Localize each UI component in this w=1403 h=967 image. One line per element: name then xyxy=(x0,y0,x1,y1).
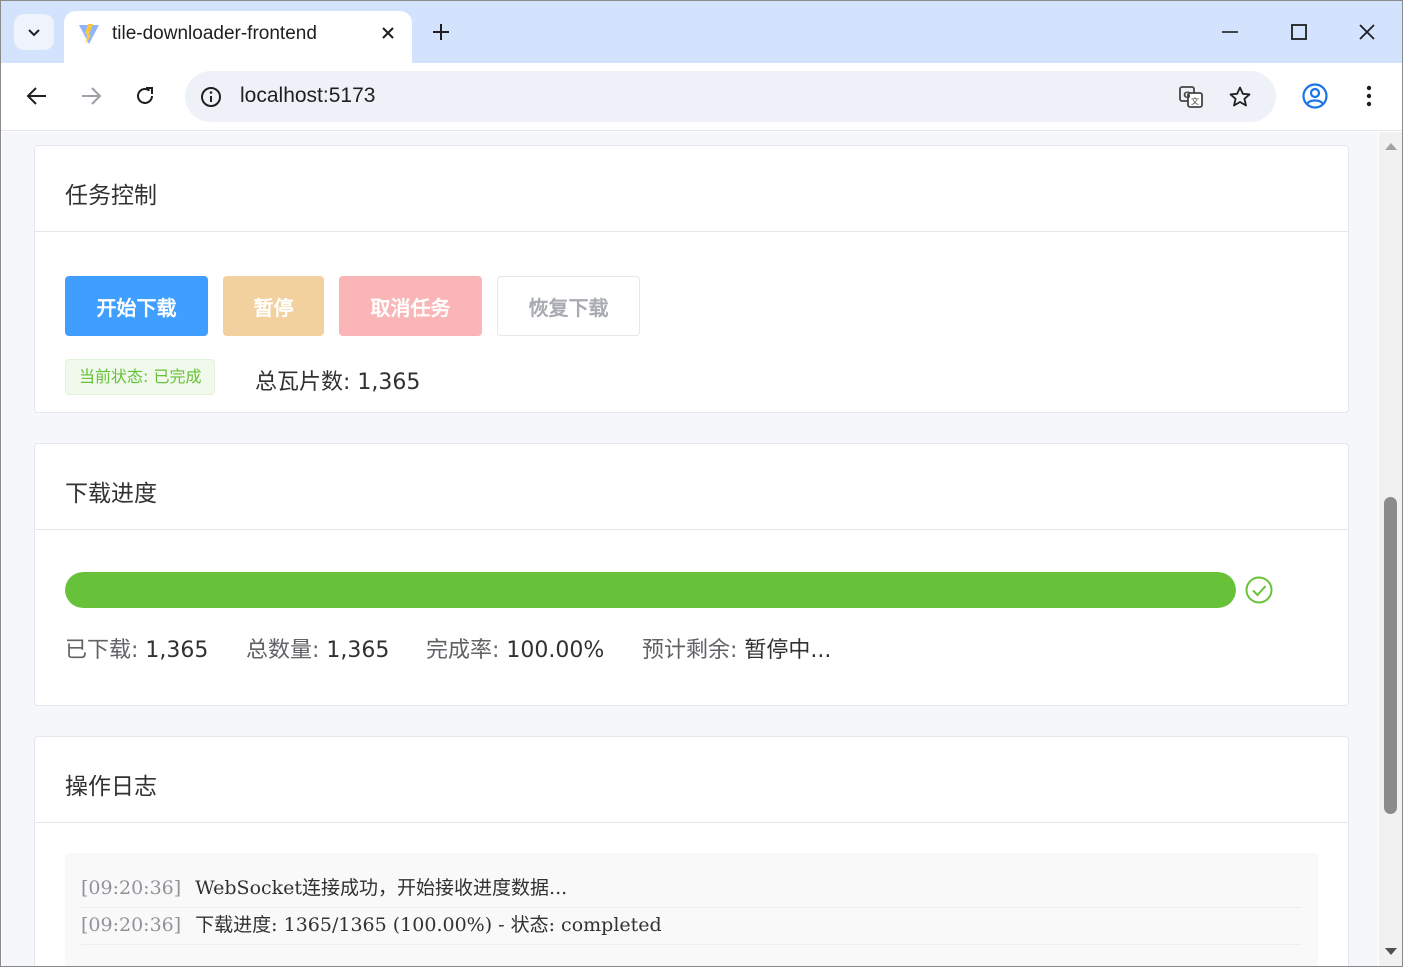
card-title: 下载进度 xyxy=(65,481,157,507)
url-text[interactable]: localhost:5173 xyxy=(240,84,375,108)
check-circle-icon xyxy=(1245,576,1273,604)
card-header: 任务控制 xyxy=(35,146,1348,232)
pause-button[interactable]: 暂停 xyxy=(223,276,324,336)
maximize-icon xyxy=(1291,24,1307,40)
downloaded-label: 已下载: xyxy=(65,638,139,663)
eta-label: 预计剩余: xyxy=(642,638,738,663)
tab-strip: tile-downloader-frontend xyxy=(1,1,1402,63)
info-icon[interactable] xyxy=(199,85,223,109)
translate-button[interactable]: G 文 xyxy=(1177,83,1205,111)
forward-button[interactable] xyxy=(73,78,109,114)
completion-rate-label: 完成率: xyxy=(426,638,500,663)
account-circle-icon xyxy=(1302,83,1328,109)
progress-bar-fill xyxy=(65,572,1236,608)
address-bar[interactable]: localhost:5173 G 文 xyxy=(185,71,1276,122)
status-badge: 当前状态: 已完成 xyxy=(65,359,216,395)
eta-stat: 预计剩余: 暂停中... xyxy=(642,632,831,664)
log-entry: [09:20:36] WebSocket连接成功，开始接收进度数据... xyxy=(81,871,1302,908)
minimize-icon xyxy=(1222,31,1238,33)
minimize-button[interactable] xyxy=(1210,15,1250,49)
total-label: 总数量: xyxy=(246,638,320,663)
log-timestamp: [09:20:36] xyxy=(81,914,182,936)
card-header: 下载进度 xyxy=(35,444,1348,530)
new-tab-button[interactable] xyxy=(427,18,455,46)
translate-icon: G 文 xyxy=(1179,86,1203,108)
close-icon xyxy=(1359,24,1375,40)
download-progress-card: 下载进度 已下载: 1,365 总数量: 1,365 完成率: 100.00% xyxy=(34,443,1349,706)
arrow-right-icon xyxy=(82,87,102,105)
scroll-down-arrow-icon[interactable] xyxy=(1384,946,1398,958)
arrow-left-icon xyxy=(26,87,46,105)
card-title: 操作日志 xyxy=(65,774,157,800)
eta-value: 暂停中... xyxy=(744,638,832,663)
scroll-up-arrow-icon[interactable] xyxy=(1384,140,1398,152)
downloaded-value: 1,365 xyxy=(145,638,209,663)
browser-tab[interactable]: tile-downloader-frontend xyxy=(64,11,412,63)
chevron-down-icon xyxy=(28,29,40,37)
log-entry: [09:20:36] 下载进度: 1365/1365 (100.00%) - 状态… xyxy=(81,908,1302,945)
page-content: 任务控制 开始下载 暂停 取消任务 恢复下载 当前状态: 已完成 总瓦片数: 1… xyxy=(2,132,1378,966)
profile-button[interactable] xyxy=(1297,78,1333,114)
resume-download-button[interactable]: 恢复下载 xyxy=(497,276,640,336)
page-scrollbar[interactable] xyxy=(1379,132,1402,966)
bookmark-button[interactable] xyxy=(1226,83,1254,111)
start-download-button[interactable]: 开始下载 xyxy=(65,276,208,336)
cancel-task-button[interactable]: 取消任务 xyxy=(339,276,482,336)
completion-rate-value: 100.00% xyxy=(506,638,605,663)
vite-logo-icon xyxy=(79,24,99,44)
log-list: [09:20:36] WebSocket连接成功，开始接收进度数据... [09:… xyxy=(65,853,1318,966)
completion-rate-stat: 完成率: 100.00% xyxy=(426,632,604,664)
back-button[interactable] xyxy=(19,78,55,114)
close-window-button[interactable] xyxy=(1347,15,1387,49)
progress-bar xyxy=(65,572,1236,608)
total-stat: 总数量: 1,365 xyxy=(246,632,389,664)
log-timestamp: [09:20:36] xyxy=(81,877,182,899)
log-message: WebSocket连接成功，开始接收进度数据... xyxy=(195,877,568,899)
menu-button[interactable] xyxy=(1351,78,1387,114)
plus-icon xyxy=(433,24,449,40)
browser-toolbar: localhost:5173 G 文 xyxy=(1,63,1402,131)
card-header: 操作日志 xyxy=(35,737,1348,823)
svg-text:文: 文 xyxy=(1191,96,1199,106)
more-vertical-icon xyxy=(1366,85,1372,107)
scrollbar-thumb[interactable] xyxy=(1384,497,1397,814)
card-title: 任务控制 xyxy=(65,183,157,209)
reload-button[interactable] xyxy=(127,78,163,114)
task-control-card: 任务控制 开始下载 暂停 取消任务 恢复下载 当前状态: 已完成 总瓦片数: 1… xyxy=(34,145,1349,413)
total-tiles-text: 总瓦片数: 1,365 xyxy=(255,370,421,395)
tab-search-button[interactable] xyxy=(14,14,54,50)
total-value: 1,365 xyxy=(326,638,390,663)
star-icon xyxy=(1229,86,1251,107)
reload-icon xyxy=(137,87,153,104)
maximize-button[interactable] xyxy=(1279,15,1319,49)
log-message: 下载进度: 1365/1365 (100.00%) - 状态: complete… xyxy=(195,914,662,936)
downloaded-stat: 已下载: 1,365 xyxy=(65,632,208,664)
browser-window: tile-downloader-frontend localhost:5173 … xyxy=(0,0,1403,967)
tab-close-button[interactable] xyxy=(377,22,399,44)
operation-log-card: 操作日志 [09:20:36] WebSocket连接成功，开始接收进度数据...… xyxy=(34,736,1349,966)
tab-title: tile-downloader-frontend xyxy=(112,23,317,44)
svg-text:G: G xyxy=(1183,91,1190,101)
close-icon xyxy=(382,27,394,39)
